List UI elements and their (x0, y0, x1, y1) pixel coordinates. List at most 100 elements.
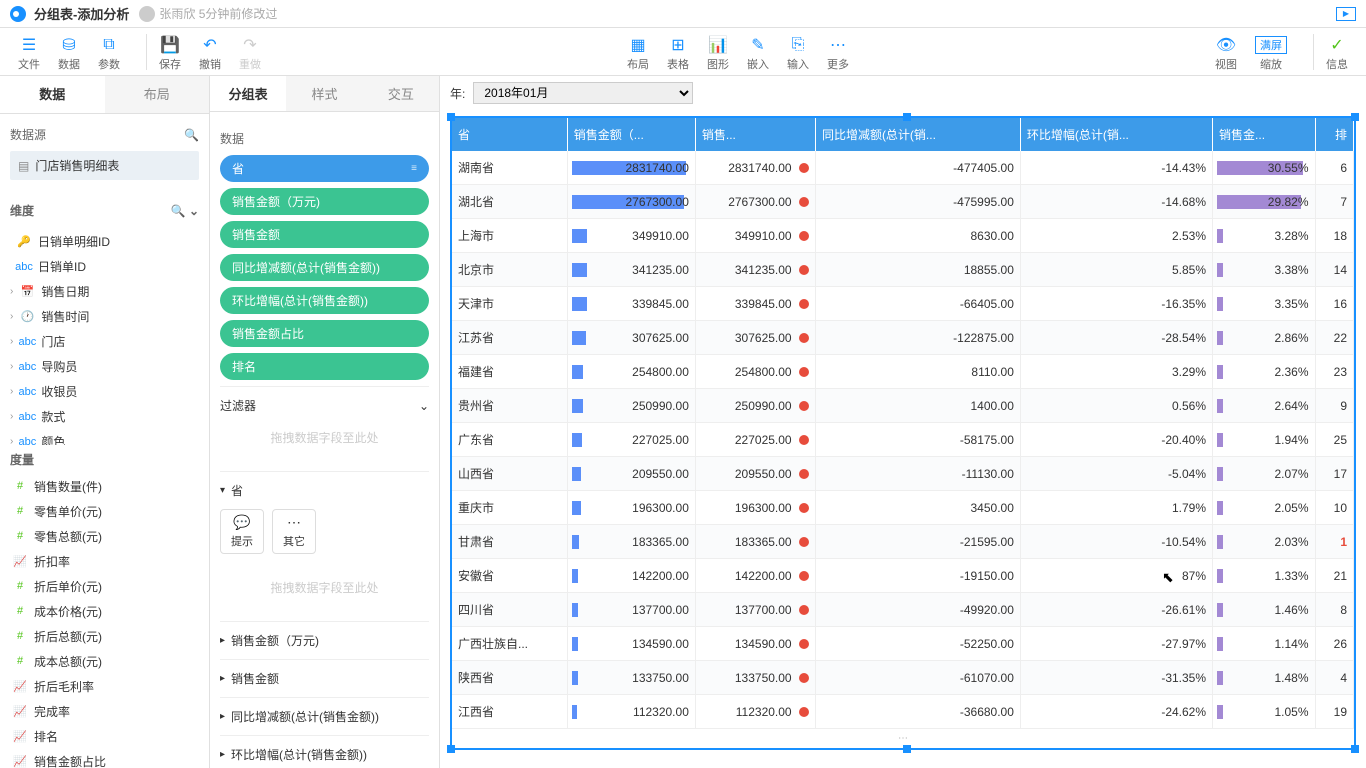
pill-province[interactable]: 省≡ (220, 155, 429, 182)
group-table[interactable]: 省销售金额（...销售...同比增减额(总计(销...环比增幅(总计(销...销… (450, 116, 1356, 750)
measure-pill[interactable]: 销售金额占比 (220, 320, 429, 347)
province-dropzone[interactable]: 拖拽数据字段至此处 (220, 564, 429, 611)
table-row[interactable]: 广东省 227025.00 227025.00 -58175.00 -20.40… (452, 423, 1354, 457)
column-header[interactable]: 排 (1315, 118, 1354, 151)
measure-pill[interactable]: 排名 (220, 353, 429, 380)
dimension-item[interactable]: ›abc颜色 (0, 429, 209, 445)
user-name: 张雨欣 (159, 5, 195, 22)
search-icon[interactable]: 🔍 (171, 204, 186, 218)
measure-item[interactable]: #成本总额(元) (0, 649, 209, 674)
other-button[interactable]: ⋯其它 (272, 509, 316, 554)
search-icon[interactable]: 🔍 (184, 128, 199, 142)
abc-icon: abc (17, 361, 37, 373)
table-row[interactable]: 上海市 349910.00 349910.00 8630.00 2.53% 3.… (452, 219, 1354, 253)
resize-handle[interactable] (903, 113, 911, 121)
tab-layout[interactable]: 布局 (105, 76, 210, 113)
table-row[interactable]: 四川省 137700.00 137700.00 -49920.00 -26.61… (452, 593, 1354, 627)
more-button[interactable]: ⋯更多 (819, 34, 857, 74)
data-button[interactable]: ⛁数据 (50, 34, 88, 74)
dimension-item[interactable]: ›📅销售日期 (0, 279, 209, 304)
collapse-header[interactable]: ▸环比增幅(总计(销售金额)) (220, 746, 429, 763)
measure-item[interactable]: #零售单价(元) (0, 499, 209, 524)
measure-item[interactable]: #零售总额(元) (0, 524, 209, 549)
resize-handle[interactable] (1351, 745, 1359, 753)
column-header[interactable]: 销售... (695, 118, 815, 151)
tab-style[interactable]: 样式 (286, 76, 362, 111)
expand-icon: › (10, 361, 13, 372)
column-header[interactable]: 环比增幅(总计(销... (1020, 118, 1212, 151)
save-button[interactable]: 💾保存 (151, 34, 189, 74)
resize-handle[interactable] (903, 745, 911, 753)
table-button[interactable]: ⊞表格 (659, 34, 697, 74)
column-header[interactable]: 同比增减额(总计(销... (815, 118, 1020, 151)
dimension-item[interactable]: ›abc款式 (0, 404, 209, 429)
filter-section[interactable]: 过滤器 ⌄ (220, 397, 429, 414)
table-row[interactable]: 甘肃省 183365.00 183365.00 -21595.00 -10.54… (452, 525, 1354, 559)
table-row[interactable]: 湖北省 2767300.00 2767300.00 -475995.00 -14… (452, 185, 1354, 219)
undo-button[interactable]: ↶撤销 (191, 34, 229, 74)
column-header[interactable]: 销售金额（... (567, 118, 695, 151)
dimension-item[interactable]: 🔑日销单明细ID (0, 229, 209, 254)
collapse-header[interactable]: ▸同比增减额(总计(销售金额)) (220, 708, 429, 725)
column-header[interactable]: 省 (452, 118, 567, 151)
embed-button[interactable]: ✎嵌入 (739, 34, 777, 74)
input-button[interactable]: ⎘输入 (779, 34, 817, 74)
measure-pill[interactable]: 同比增减额(总计(销售金额)) (220, 254, 429, 281)
table-row[interactable]: 安徽省 142200.00 142200.00 -19150.00 ⬉87% 1… (452, 559, 1354, 593)
table-row[interactable]: 江西省 112320.00 112320.00 -36680.00 -24.62… (452, 695, 1354, 729)
info-button[interactable]: ✓信息 (1318, 34, 1356, 74)
abc-icon: abc (17, 411, 37, 423)
tab-data[interactable]: 数据 (0, 76, 105, 113)
table-row[interactable]: 广西壮族自... 134590.00 134590.00 -52250.00 -… (452, 627, 1354, 661)
table-row[interactable]: 贵州省 250990.00 250990.00 1400.00 0.56% 2.… (452, 389, 1354, 423)
measure-item[interactable]: 📈折扣率 (0, 549, 209, 574)
column-header[interactable]: 销售金... (1213, 118, 1315, 151)
table-row[interactable]: 重庆市 196300.00 196300.00 3450.00 1.79% 2.… (452, 491, 1354, 525)
play-icon[interactable]: ▶ (1336, 7, 1356, 21)
measure-item[interactable]: #成本价格(元) (0, 599, 209, 624)
measure-item[interactable]: #折后总额(元) (0, 624, 209, 649)
measure-pill[interactable]: 销售金额 (220, 221, 429, 248)
table-row[interactable]: 天津市 339845.00 339845.00 -66405.00 -16.35… (452, 287, 1354, 321)
canvas[interactable]: 年: 2018年01月 省销售金额（...销售...同比增减额(总计(销...环… (440, 76, 1366, 768)
measure-item[interactable]: 📈完成率 (0, 699, 209, 724)
measure-item[interactable]: 📈销售金额占比 (0, 749, 209, 768)
table-row[interactable]: 山西省 209550.00 209550.00 -11130.00 -5.04%… (452, 457, 1354, 491)
measure-item[interactable]: 📈排名 (0, 724, 209, 749)
redo-button[interactable]: ↷重做 (231, 34, 269, 74)
dimension-item[interactable]: ›🕐销售时间 (0, 304, 209, 329)
dimension-item[interactable]: ›abc门店 (0, 329, 209, 354)
dimension-item[interactable]: abc日销单ID (0, 254, 209, 279)
table-row[interactable]: 北京市 341235.00 341235.00 18855.00 5.85% 3… (452, 253, 1354, 287)
province-section[interactable]: ▾ 省 (220, 482, 429, 499)
measure-pill[interactable]: 销售金额（万元) (220, 188, 429, 215)
file-button[interactable]: ☰文件 (10, 34, 48, 74)
resize-handle[interactable] (447, 745, 455, 753)
tab-grouptable[interactable]: 分组表 (210, 76, 286, 111)
table-row[interactable]: 陕西省 133750.00 133750.00 -61070.00 -31.35… (452, 661, 1354, 695)
measure-item[interactable]: #折后单价(元) (0, 574, 209, 599)
year-select[interactable]: 2018年01月 (473, 82, 693, 104)
resize-handle[interactable] (1351, 113, 1359, 121)
collapse-header[interactable]: ▸销售金额 (220, 670, 429, 687)
hint-button[interactable]: 💬提示 (220, 509, 264, 554)
table-row[interactable]: 湖南省 2831740.00 2831740.00 -477405.00 -14… (452, 151, 1354, 185)
table-row[interactable]: 福建省 254800.00 254800.00 8110.00 3.29% 2.… (452, 355, 1354, 389)
collapse-header[interactable]: ▸销售金额（万元) (220, 632, 429, 649)
dimension-item[interactable]: ›abc导购员 (0, 354, 209, 379)
params-button[interactable]: ⧉参数 (90, 34, 128, 74)
measure-item[interactable]: #销售数量(件) (0, 474, 209, 499)
datasource-item[interactable]: ▤ 门店销售明细表 (10, 151, 199, 180)
layout-button[interactable]: ▦布局 (619, 34, 657, 74)
fullscreen-button[interactable]: 满屏缩放 (1247, 34, 1295, 74)
chevron-down-icon[interactable]: ⌄ (189, 204, 199, 218)
chart-button[interactable]: 📊图形 (699, 34, 737, 74)
measure-item[interactable]: 📈折后毛利率 (0, 674, 209, 699)
resize-handle[interactable] (447, 113, 455, 121)
dimension-item[interactable]: ›abc收银员 (0, 379, 209, 404)
measure-pill[interactable]: 环比增幅(总计(销售金额)) (220, 287, 429, 314)
filter-dropzone[interactable]: 拖拽数据字段至此处 (220, 414, 429, 461)
view-button[interactable]: 👁视图 (1207, 34, 1245, 74)
table-row[interactable]: 江苏省 307625.00 307625.00 -122875.00 -28.5… (452, 321, 1354, 355)
tab-interaction[interactable]: 交互 (363, 76, 439, 111)
